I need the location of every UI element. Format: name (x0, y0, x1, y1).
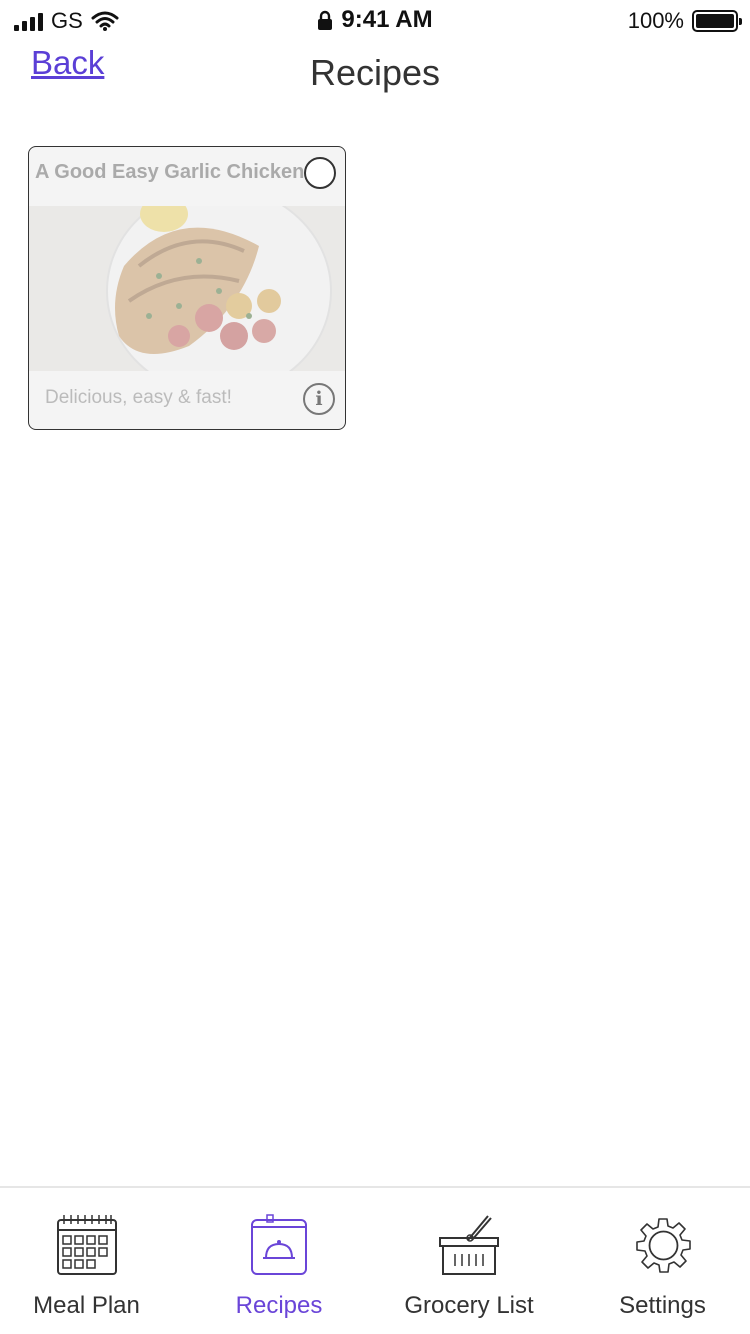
select-checkbox[interactable] (304, 157, 336, 189)
battery-icon (692, 10, 742, 32)
status-right: 100% (627, 8, 742, 34)
tab-meal-plan[interactable]: Meal Plan (0, 1188, 173, 1334)
tab-recipes[interactable]: Recipes (190, 1188, 368, 1334)
recipe-book-icon (251, 1214, 307, 1275)
tab-label-grocery-list: Grocery List (404, 1292, 534, 1319)
battery-percent: 100% (627, 8, 684, 33)
basket-icon (439, 1215, 499, 1275)
tab-label-settings: Settings (619, 1292, 706, 1319)
recipe-photo (29, 206, 345, 371)
calendar-icon (56, 1215, 117, 1275)
clock: 9:41 AM (341, 6, 433, 33)
status-bar: GS 9:41 AM 100% (0, 0, 750, 40)
lock-icon (318, 10, 333, 30)
page-title: Recipes (309, 52, 441, 93)
recipe-image (29, 206, 345, 371)
recipe-description: Delicious, easy & fast! (45, 387, 232, 408)
tab-settings[interactable]: Settings (575, 1188, 750, 1334)
recipe-card[interactable]: A Good Easy Garlic Chicken Delicious, ea… (28, 146, 346, 430)
info-icon[interactable]: i (303, 383, 335, 415)
recipe-title: A Good Easy Garlic Chicken (35, 161, 305, 183)
gear-icon (635, 1218, 691, 1273)
tab-label-recipes: Recipes (235, 1292, 323, 1319)
tab-bar: Meal Plan Recipes Grocery List Settings (0, 1186, 750, 1334)
tab-grocery-list[interactable]: Grocery List (380, 1188, 558, 1334)
tab-label-meal-plan: Meal Plan (33, 1292, 140, 1319)
